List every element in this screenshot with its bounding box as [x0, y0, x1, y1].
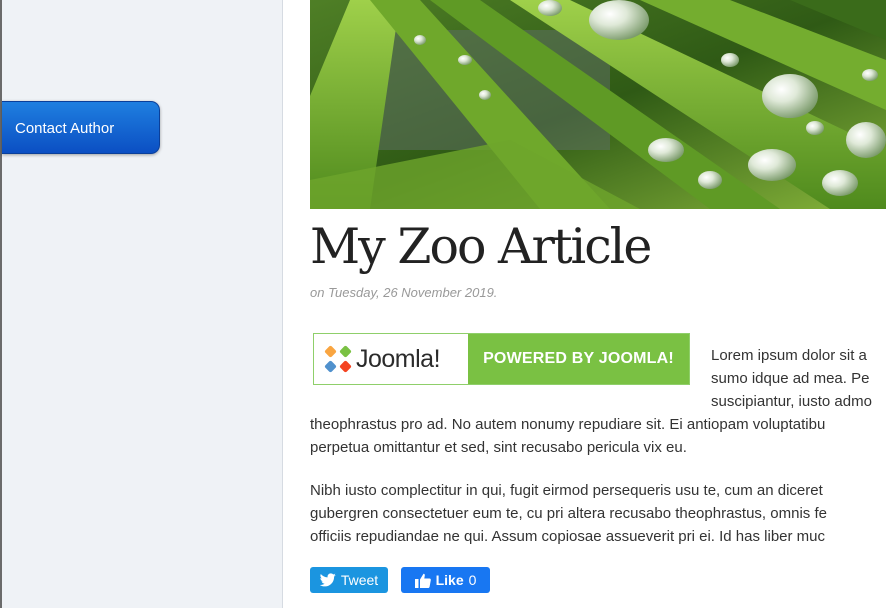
powered-by-joomla-banner[interactable]: Joomla! POWERED BY JOOMLA! — [313, 333, 690, 385]
article-main: My Zoo Article on Tuesday, 26 November 2… — [283, 0, 886, 608]
twitter-bird-icon — [319, 573, 336, 587]
text-line: officiis repudiandae ne qui. Assum copio… — [310, 528, 826, 545]
paragraph-1: theophrastus pro ad. No autem nonumy rep… — [310, 413, 825, 459]
text-line: Lorem ipsum dolor sit a — [711, 347, 867, 364]
like-count: 0 — [468, 572, 477, 588]
thumbs-up-icon — [414, 573, 431, 588]
float-text: Lorem ipsum dolor sit a sumo idque ad me… — [711, 344, 872, 413]
contact-author-button[interactable]: Contact Author — [2, 101, 160, 154]
tweet-label: Tweet — [340, 572, 379, 588]
grass-photo-illustration — [310, 0, 886, 209]
tweet-button[interactable]: Tweet — [310, 567, 388, 593]
joomla-logo: Joomla! — [314, 334, 468, 384]
like-label: Like — [435, 572, 464, 588]
sidebar: Contact Author — [2, 0, 283, 608]
text-line: theophrastus pro ad. No autem nonumy rep… — [310, 416, 826, 433]
text-line: sumo idque ad mea. Pe — [711, 370, 870, 387]
article-date: on Tuesday, 26 November 2019. — [310, 285, 498, 300]
text-line: gubergren consectetuer eum te, cu pri al… — [310, 505, 827, 522]
powered-by-text: POWERED BY JOOMLA! — [468, 334, 689, 384]
joomla-logo-icon — [324, 345, 352, 373]
facebook-like-button[interactable]: Like 0 — [401, 567, 490, 593]
text-line: perpetua omittantur et sed, sint recusab… — [310, 439, 687, 456]
article-title: My Zoo Article — [310, 218, 652, 275]
hero-image — [310, 0, 886, 209]
joomla-wordmark: Joomla! — [356, 344, 441, 373]
paragraph-2: Nibh iusto complectitur in qui, fugit ei… — [310, 479, 827, 548]
text-line: Nibh iusto complectitur in qui, fugit ei… — [310, 482, 823, 499]
text-line: suscipiantur, iusto admo — [711, 393, 872, 410]
